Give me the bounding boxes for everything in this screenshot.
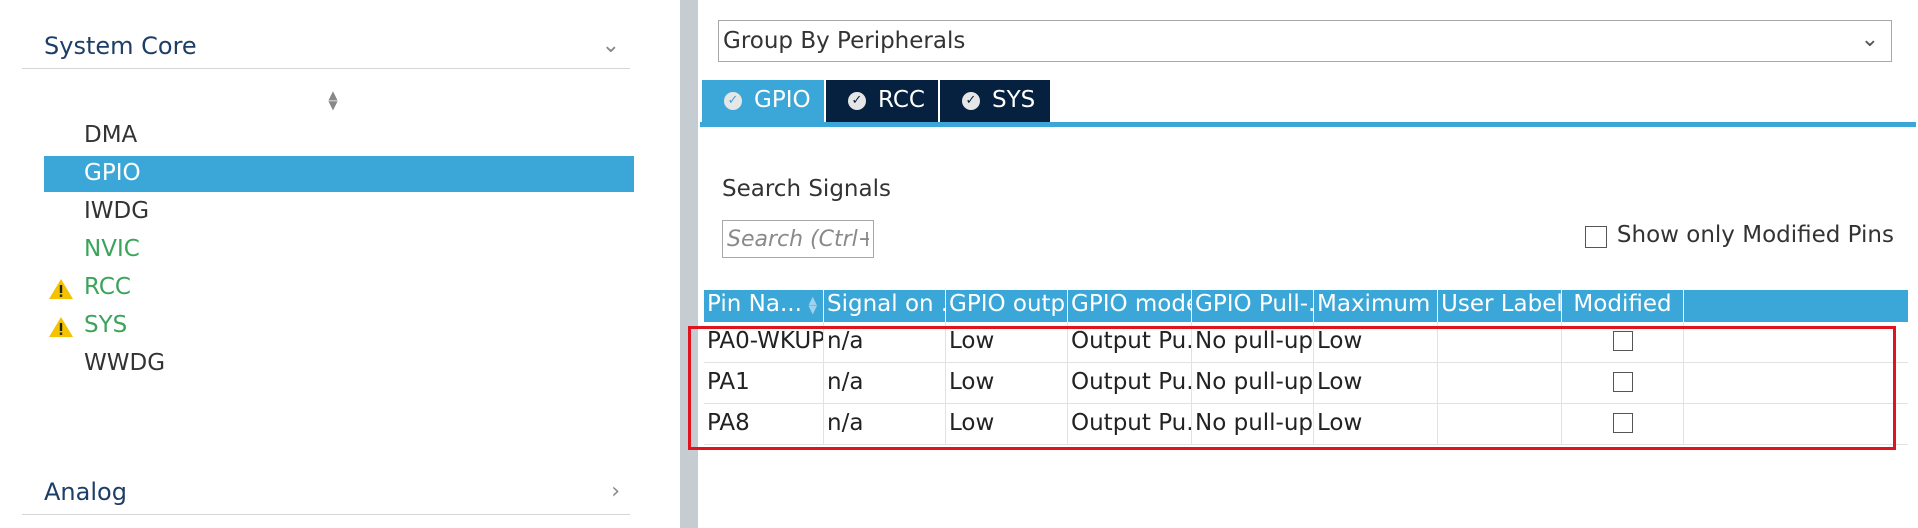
table-cell: PA1: [704, 363, 824, 403]
table-cell: PA0-WKUP: [704, 322, 824, 362]
peripheral-item-nvic[interactable]: NVIC: [44, 232, 634, 268]
modified-checkbox[interactable]: [1612, 331, 1633, 351]
table-cell: Low: [946, 363, 1068, 403]
table-row[interactable]: PA1n/aLowOutput Pu...No pull-up...Low: [704, 363, 1908, 404]
column-header-label: Pin Na...: [707, 291, 802, 317]
table-cell: No pull-up...: [1192, 322, 1314, 362]
column-header-7[interactable]: Modified: [1562, 290, 1684, 322]
category-header-system-core[interactable]: System Core ⌄: [22, 20, 630, 69]
table-header-row: Pin Na...▲▼Signal on ...GPIO outp...GPIO…: [704, 290, 1908, 322]
sort-arrows-icon[interactable]: ▲ ▼: [809, 295, 817, 315]
column-header-1[interactable]: Signal on ...: [824, 290, 946, 322]
table-cell: n/a: [824, 363, 946, 403]
category-header-analog[interactable]: Analog ›: [22, 466, 630, 515]
modified-cell: [1562, 322, 1684, 362]
table-row[interactable]: PA8n/aLowOutput Pu...No pull-up...Low: [704, 404, 1908, 445]
table-cell: Low: [946, 322, 1068, 362]
table-cell: Low: [946, 404, 1068, 444]
table-cell: Low: [1314, 363, 1438, 403]
table-cell: Output Pu...: [1068, 322, 1192, 362]
check-circle-icon: ✓: [962, 92, 980, 110]
column-header-label: GPIO Pull-...: [1195, 291, 1314, 317]
tab-gpio[interactable]: ✓ GPIO: [702, 80, 824, 122]
column-header-3[interactable]: GPIO mode: [1068, 290, 1192, 322]
configuration-panel: Group By Peripherals ⌄ ✓ GPIO ✓ RCC ✓ SYS Sea…: [698, 0, 1918, 528]
peripheral-item-wwdg[interactable]: WWDG: [44, 346, 634, 382]
sort-arrows-icon[interactable]: ▲ ▼: [326, 89, 340, 111]
table-row[interactable]: PA0-WKUPn/aLowOutput Pu...No pull-up...L…: [704, 322, 1908, 363]
user-label-cell[interactable]: [1438, 404, 1562, 444]
table-cell: No pull-up...: [1192, 363, 1314, 403]
column-header-6[interactable]: User Label: [1438, 290, 1562, 322]
peripheral-item-dma[interactable]: DMA: [44, 118, 634, 154]
column-header-0[interactable]: Pin Na... ▲ ▼: [704, 290, 824, 322]
peripheral-label: IWDG: [84, 198, 150, 224]
user-label-cell[interactable]: [1438, 363, 1562, 403]
table-cell: n/a: [824, 404, 946, 444]
category-label: System Core: [44, 32, 197, 60]
check-circle-icon: ✓: [724, 92, 742, 110]
group-by-dropdown[interactable]: Group By Peripherals ⌄: [718, 20, 1892, 62]
table-cell: n/a: [824, 322, 946, 362]
table-body: PA0-WKUPn/aLowOutput Pu...No pull-up...L…: [704, 322, 1908, 445]
peripheral-item-gpio[interactable]: GPIO: [44, 156, 634, 192]
categories-panel: System Core ⌄ ▲ ▼ DMA GPIO IWDG NVIC RCC SYS WW…: [0, 0, 680, 528]
peripheral-label: DMA: [84, 122, 138, 148]
modified-cell: [1562, 363, 1684, 403]
peripheral-label: RCC: [84, 274, 131, 300]
column-header-label: GPIO mode: [1071, 291, 1192, 317]
tab-label: GPIO: [754, 87, 811, 113]
tab-label: SYS: [992, 87, 1036, 113]
tab-sys[interactable]: ✓ SYS: [940, 80, 1050, 122]
modified-checkbox[interactable]: [1612, 413, 1633, 433]
table-cell: Output Pu...: [1068, 363, 1192, 403]
user-label-cell[interactable]: [1438, 322, 1562, 362]
chevron-right-icon: ›: [611, 479, 620, 504]
peripheral-label: WWDG: [84, 350, 166, 376]
peripheral-item-sys[interactable]: SYS: [44, 308, 634, 344]
search-signals-label: Search Signals: [722, 176, 891, 202]
chevron-down-icon: ⌄: [1860, 27, 1879, 52]
checkbox[interactable]: [1584, 226, 1607, 248]
peripheral-label: NVIC: [84, 236, 140, 262]
tab-label: RCC: [878, 87, 925, 113]
column-header-label: Signal on ...: [827, 291, 945, 317]
modified-cell: [1562, 404, 1684, 444]
show-modified-checkbox[interactable]: Show only Modified Pins: [1584, 222, 1894, 248]
column-header-5[interactable]: Maximum ...: [1314, 290, 1438, 322]
pin-configuration-table: Pin Na...▲▼Signal on ...GPIO outp...GPIO…: [704, 290, 1908, 445]
column-header-label: Maximum ...: [1317, 291, 1437, 317]
chevron-down-icon: ⌄: [601, 33, 620, 58]
table-cell: Output Pu...: [1068, 404, 1192, 444]
peripheral-label: SYS: [84, 312, 128, 338]
column-header-label: Modified: [1573, 291, 1672, 317]
peripheral-item-iwdg[interactable]: IWDG: [44, 194, 634, 230]
table-cell: Low: [1314, 404, 1438, 444]
group-by-value: Group By Peripherals: [723, 28, 966, 54]
warning-icon: [49, 317, 73, 337]
column-header-label: GPIO outp...: [949, 291, 1067, 317]
category-label: Analog: [44, 478, 127, 506]
peripheral-item-rcc[interactable]: RCC: [44, 270, 634, 306]
table-cell: Low: [1314, 322, 1438, 362]
tab-underline: [700, 122, 1916, 127]
column-header-2[interactable]: GPIO outp...: [946, 290, 1068, 322]
peripheral-label: GPIO: [84, 160, 141, 186]
tab-rcc[interactable]: ✓ RCC: [826, 80, 938, 122]
panel-divider[interactable]: [680, 0, 698, 528]
warning-icon: [49, 279, 73, 299]
column-header-4[interactable]: GPIO Pull-...: [1192, 290, 1314, 322]
show-modified-label: Show only Modified Pins: [1616, 222, 1894, 248]
search-input[interactable]: [722, 220, 874, 258]
modified-checkbox[interactable]: [1612, 372, 1633, 392]
table-cell: PA8: [704, 404, 824, 444]
table-cell: No pull-up...: [1192, 404, 1314, 444]
column-header-label: User Label: [1441, 291, 1562, 317]
check-circle-icon: ✓: [848, 92, 866, 110]
